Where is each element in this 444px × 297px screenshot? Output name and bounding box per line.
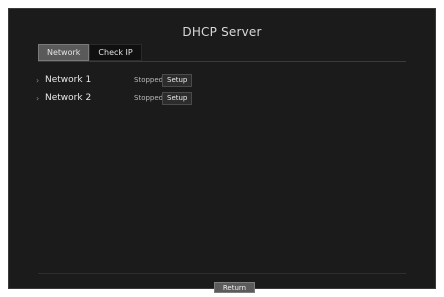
dhcp-server-panel: DHCP Server Network Check IP › Network 1… [8, 8, 436, 293]
setup-button[interactable]: Setup [162, 91, 193, 105]
setup-button[interactable]: Setup [162, 73, 193, 87]
chevron-right-icon: › [36, 75, 40, 85]
return-button[interactable]: Return [214, 282, 255, 293]
page-title: DHCP Server [182, 25, 262, 39]
tab-bar: Network Check IP [38, 44, 142, 61]
network-row-2: › Network 2 Stopped Setup [36, 91, 396, 105]
tab-network[interactable]: Network [38, 44, 90, 61]
tab-divider [38, 61, 406, 62]
network-name: Network 1 [45, 75, 92, 85]
network-row-1: › Network 1 Stopped Setup [36, 73, 396, 87]
network-name: Network 2 [45, 93, 92, 103]
status-text: Stopped [134, 94, 164, 102]
tab-check-ip[interactable]: Check IP [89, 44, 142, 61]
status-text: Stopped [134, 76, 164, 84]
footer-divider [38, 273, 406, 274]
chevron-right-icon: › [36, 93, 40, 103]
